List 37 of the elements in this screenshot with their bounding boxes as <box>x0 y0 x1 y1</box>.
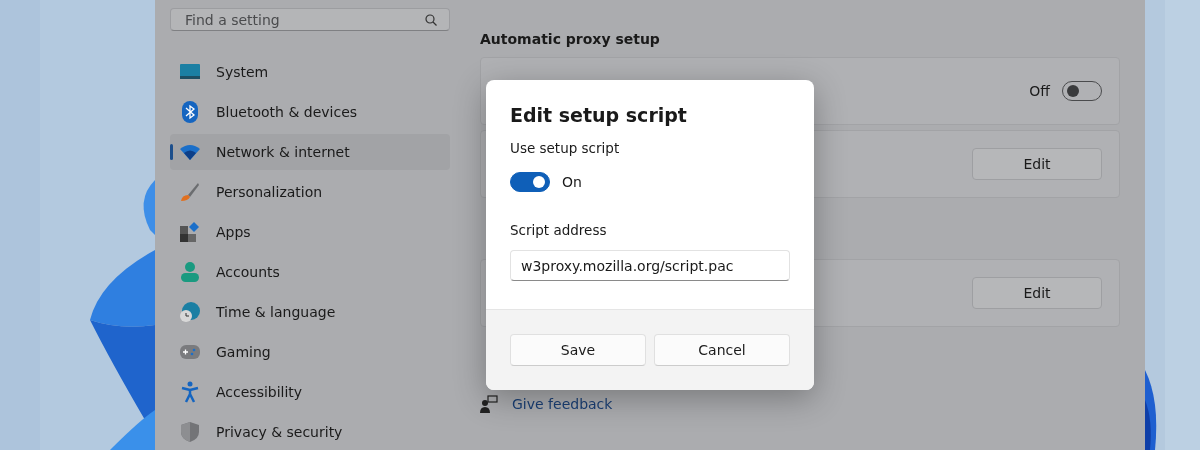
search-input[interactable]: Find a setting <box>183 10 425 29</box>
nav-item[interactable]: Bluetooth & devices <box>170 94 450 130</box>
nav-item[interactable]: Accessibility <box>170 374 450 410</box>
toggle-state: On <box>562 174 582 190</box>
dialog-title: Edit setup script <box>510 104 688 128</box>
nav-item[interactable]: Privacy & security <box>170 414 450 450</box>
search-icon <box>425 13 437 26</box>
paintbrush-icon <box>180 182 200 202</box>
feedback-link[interactable]: Give feedback <box>512 396 613 412</box>
wifi-icon <box>180 144 200 160</box>
nav-item[interactable]: Time & language <box>170 294 450 330</box>
nav-item[interactable]: Gaming <box>170 334 450 370</box>
accessibility-icon <box>181 381 199 403</box>
dialog-button[interactable]: Cancel <box>654 334 790 366</box>
nav-item[interactable]: Accounts <box>170 254 450 290</box>
script-address-field[interactable]: w3proxy.mozilla.org/script.pac <box>510 250 790 281</box>
nav-item[interactable]: Apps <box>170 214 450 250</box>
nav-item[interactable]: System <box>170 54 450 90</box>
gamepad-icon <box>180 345 200 359</box>
field-label: Script address <box>510 222 608 240</box>
toggle-switch[interactable] <box>510 172 550 192</box>
bluetooth-icon <box>182 101 198 123</box>
person-icon <box>181 262 199 282</box>
edit-button[interactable]: Edit <box>972 277 1102 309</box>
nav-item[interactable]: Personalization <box>170 174 450 210</box>
dialog-button[interactable]: Save <box>510 334 646 366</box>
section-title: Automatic proxy setup <box>480 30 661 48</box>
shield-icon <box>181 422 199 442</box>
nav-item[interactable]: Network & internet <box>170 134 450 170</box>
toggle-state: Off <box>1029 83 1050 99</box>
search-field[interactable]: Find a setting <box>170 8 450 31</box>
feedback-icon <box>480 395 498 413</box>
monitor-icon <box>180 64 200 80</box>
edit-button[interactable]: Edit <box>972 148 1102 180</box>
toggle-label: Use setup script <box>510 140 621 158</box>
apps-icon <box>180 222 200 242</box>
globe-clock-icon <box>180 302 200 322</box>
